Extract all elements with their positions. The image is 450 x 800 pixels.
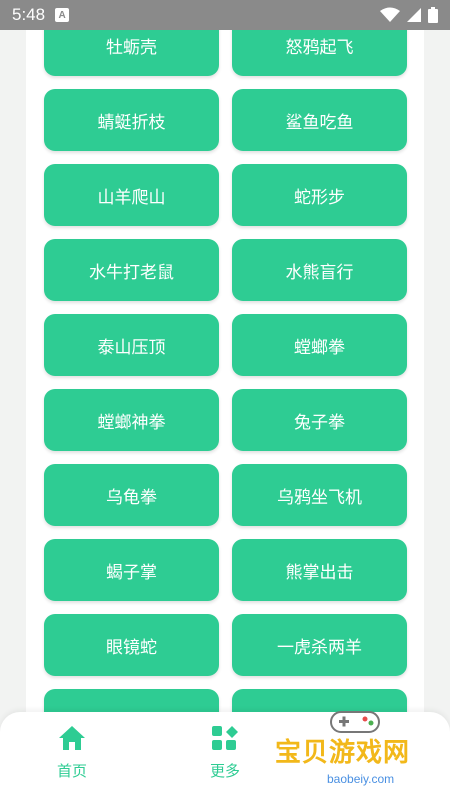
skill-button[interactable]: 泰山压顶	[44, 314, 219, 376]
status-icons	[380, 7, 438, 23]
battery-icon	[428, 7, 438, 23]
status-time: 5:48	[12, 5, 46, 24]
skill-button[interactable]: 乌鸦坐飞机	[232, 464, 407, 526]
skill-grid: 牡蛎壳 怒鸦起飞 蜻蜓折枝 鲨鱼吃鱼 山羊爬山 蛇形步 水牛打老鼠 水熊盲行 泰…	[44, 14, 407, 751]
skill-button[interactable]: 蜻蜓折枝	[44, 89, 219, 151]
skill-button[interactable]: 鲨鱼吃鱼	[232, 89, 407, 151]
signal-icon	[407, 8, 421, 22]
watermark-logo: 宝贝游戏网 baobeiy.com	[275, 702, 445, 800]
skill-button[interactable]: 水熊盲行	[232, 239, 407, 301]
skill-button[interactable]: 乌龟拳	[44, 464, 219, 526]
home-icon	[59, 726, 85, 750]
skill-button[interactable]: 眼镜蛇	[44, 614, 219, 676]
watermark-url: baobeiy.com	[327, 772, 395, 786]
skill-button[interactable]: 山羊爬山	[44, 164, 219, 226]
nav-home[interactable]: 首页	[42, 724, 102, 794]
nav-home-label: 首页	[56, 762, 87, 780]
skill-button[interactable]: 蛇形步	[232, 164, 407, 226]
watermark-text: 宝贝游戏网	[275, 738, 411, 768]
nav-more[interactable]: 更多	[195, 724, 255, 794]
status-bar: 5:48 A	[0, 0, 450, 30]
more-icon	[212, 726, 238, 750]
skill-button[interactable]: 水牛打老鼠	[44, 239, 219, 301]
skill-button[interactable]: 熊掌出击	[232, 539, 407, 601]
nav-more-label: 更多	[209, 762, 240, 780]
skill-button[interactable]: 螳螂神拳	[44, 389, 219, 451]
content-panel: 牡蛎壳 怒鸦起飞 蜻蜓折枝 鲨鱼吃鱼 山羊爬山 蛇形步 水牛打老鼠 水熊盲行 泰…	[26, 0, 424, 800]
skill-button[interactable]: 兔子拳	[232, 389, 407, 451]
skill-button[interactable]: 螳螂拳	[232, 314, 407, 376]
skill-button[interactable]: 一虎杀两羊	[232, 614, 407, 676]
wifi-icon	[380, 7, 400, 22]
notification-icon: A	[55, 8, 70, 22]
skill-button[interactable]: 蝎子掌	[44, 539, 219, 601]
